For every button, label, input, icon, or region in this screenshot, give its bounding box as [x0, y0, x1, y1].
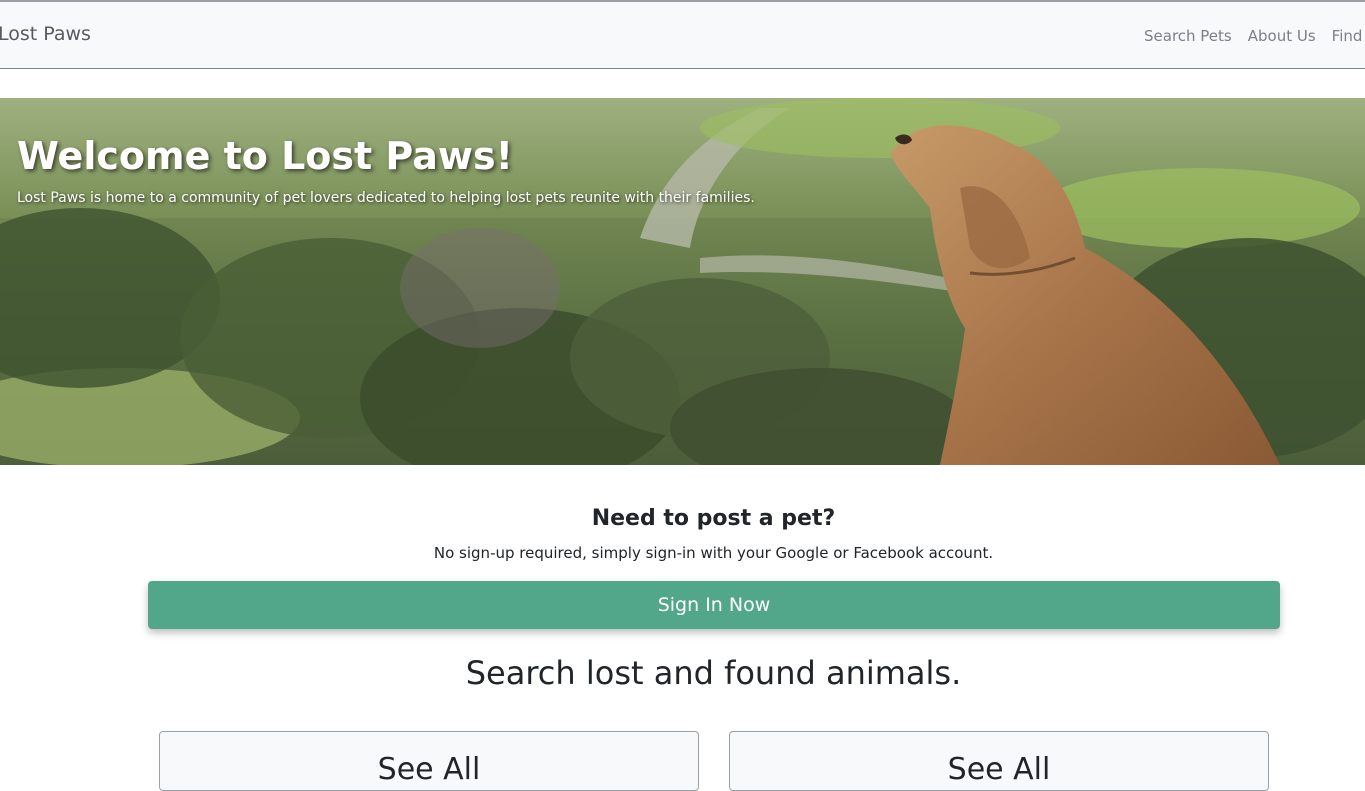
see-all-found-link[interactable]: See All: [730, 752, 1268, 787]
sign-in-now-button[interactable]: Sign In Now: [148, 581, 1280, 629]
nav-link-about-us[interactable]: About Us: [1248, 27, 1316, 45]
found-animals-card: See All: [729, 731, 1269, 791]
post-pet-description: No sign-up required, simply sign-in with…: [433, 544, 994, 562]
see-all-lost-link[interactable]: See All: [160, 752, 698, 787]
lost-animals-card: See All: [159, 731, 699, 791]
nav-links: Search Pets About Us Find a: [1144, 27, 1365, 45]
brand-link[interactable]: Lost Paws: [0, 23, 91, 45]
nav-link-find[interactable]: Find a: [1332, 27, 1365, 45]
hero-banner: Welcome to Lost Paws! Lost Paws is home …: [0, 98, 1365, 465]
navbar: Lost Paws Search Pets About Us Find a: [0, 2, 1365, 69]
hero-title: Welcome to Lost Paws!: [17, 134, 513, 178]
post-pet-heading: Need to post a pet?: [591, 506, 836, 531]
nav-link-search-pets[interactable]: Search Pets: [1144, 27, 1232, 45]
search-heading: Search lost and found animals.: [465, 654, 962, 692]
hero-subtitle: Lost Paws is home to a community of pet …: [17, 190, 755, 206]
